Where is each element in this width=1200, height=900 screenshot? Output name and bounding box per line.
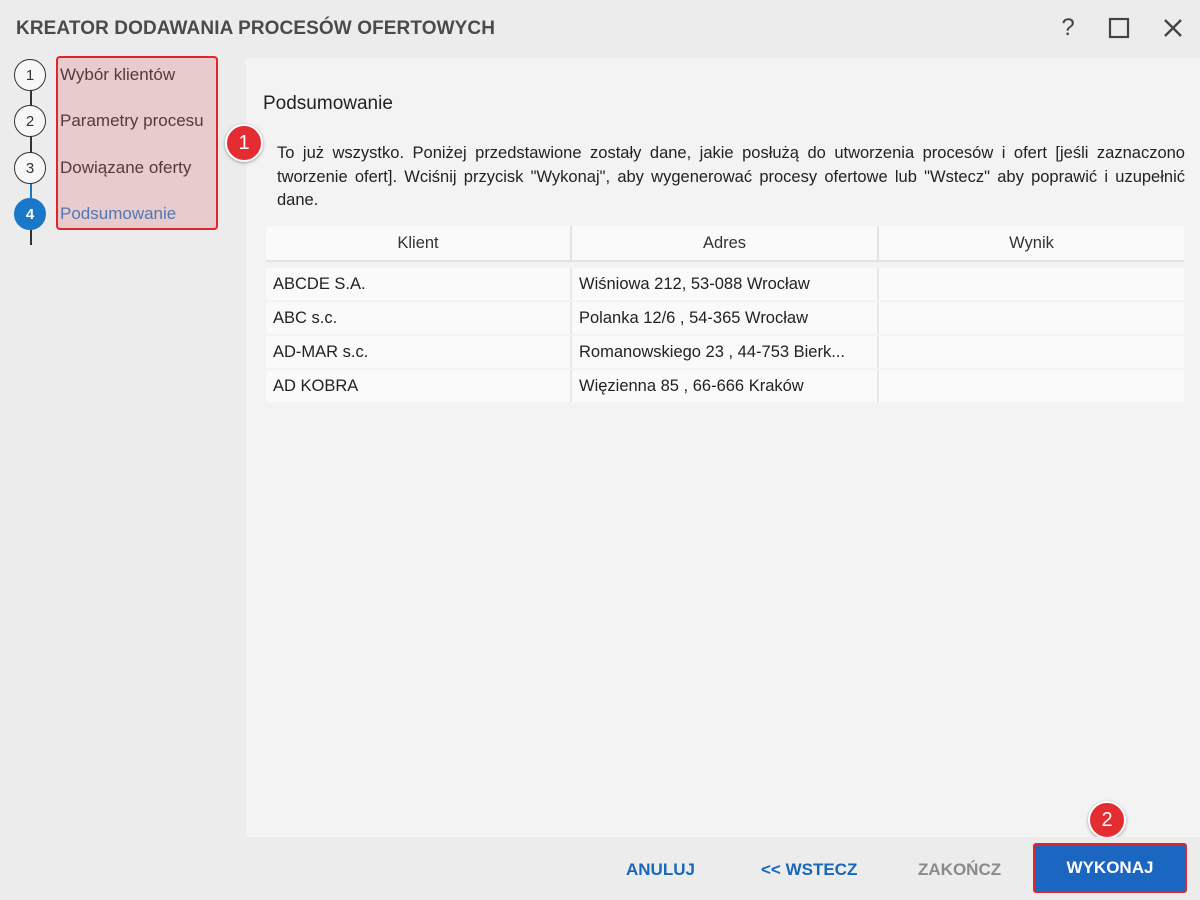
cell-klient: ABC s.c. [266, 302, 572, 334]
summary-description: To już wszystko. Poniżej przedstawione z… [277, 144, 1185, 209]
table-body: ABCDE S.A. Wiśniowa 212, 53-088 Wrocław … [266, 266, 1184, 402]
annotation-badge-1: 1 [225, 124, 263, 162]
main-panel: Podsumowanie To już wszystko. Poniżej pr… [246, 58, 1200, 837]
table-header: Klient Adres Wynik [266, 226, 1184, 262]
title-bar: KREATOR DODAWANIA PROCESÓW OFERTOWYCH ? [0, 0, 1200, 58]
execute-button-label: WYKONAJ [1066, 858, 1154, 877]
window-title: KREATOR DODAWANIA PROCESÓW OFERTOWYCH [16, 18, 496, 39]
table-row[interactable]: ABC s.c. Polanka 12/6 , 54-365 Wrocław [266, 300, 1184, 334]
step-number: 3 [14, 152, 46, 184]
column-header-wynik[interactable]: Wynik [879, 226, 1184, 262]
step-label: Podsumowanie [60, 204, 177, 223]
wizard-steps-sidebar: 1 Wybór klientów 2 Parametry procesu 3 D… [0, 58, 246, 837]
cell-klient: AD-MAR s.c. [266, 336, 572, 368]
footer-bar [0, 837, 1200, 900]
maximize-button[interactable] [1103, 12, 1135, 44]
summary-table: Klient Adres Wynik ABCDE S.A. Wiśniowa 2… [266, 226, 1184, 402]
step-dowiazane-oferty[interactable]: 3 Dowiązane oferty [14, 151, 191, 185]
cell-adres: Romanowskiego 23 , 44-753 Bierk... [572, 336, 879, 368]
cell-wynik [879, 370, 1184, 402]
execute-button[interactable]: WYKONAJ [1033, 843, 1187, 893]
step-number: 4 [14, 198, 46, 230]
cell-klient: AD KOBRA [266, 370, 572, 402]
step-label: Wybór klientów [60, 65, 176, 84]
step-wybor-klientow[interactable]: 1 Wybór klientów [14, 58, 175, 92]
cell-adres: Polanka 12/6 , 54-365 Wrocław [572, 302, 879, 334]
table-row[interactable]: ABCDE S.A. Wiśniowa 212, 53-088 Wrocław [266, 266, 1184, 300]
back-button[interactable]: << WSTECZ [761, 860, 857, 880]
cell-klient: ABCDE S.A. [266, 268, 572, 300]
help-button[interactable]: ? [1052, 12, 1084, 44]
step-podsumowanie[interactable]: 4 Podsumowanie [14, 197, 176, 231]
step-label: Dowiązane oferty [60, 158, 192, 177]
close-icon [1164, 19, 1182, 37]
table-row[interactable]: AD-MAR s.c. Romanowskiego 23 , 44-753 Bi… [266, 334, 1184, 368]
annotation-badge-2: 2 [1088, 801, 1126, 839]
finish-button[interactable]: ZAKOŃCZ [918, 860, 1001, 880]
column-header-klient[interactable]: Klient [266, 226, 572, 262]
cell-adres: Wiśniowa 212, 53-088 Wrocław [572, 268, 879, 300]
cell-wynik [879, 268, 1184, 300]
step-parametry-procesu[interactable]: 2 Parametry procesu [14, 104, 204, 138]
table-row[interactable]: AD KOBRA Więzienna 85 , 66-666 Kraków [266, 368, 1184, 402]
step-label: Parametry procesu [60, 111, 204, 130]
help-icon: ? [1061, 14, 1075, 41]
section-title: Podsumowanie [263, 93, 393, 114]
cell-wynik [879, 336, 1184, 368]
column-header-adres[interactable]: Adres [572, 226, 879, 262]
step-number: 1 [14, 59, 46, 91]
cancel-button[interactable]: ANULUJ [626, 860, 695, 880]
cell-wynik [879, 302, 1184, 334]
step-number: 2 [14, 105, 46, 137]
close-button[interactable] [1157, 12, 1189, 44]
cell-adres: Więzienna 85 , 66-666 Kraków [572, 370, 879, 402]
maximize-icon [1108, 17, 1130, 39]
